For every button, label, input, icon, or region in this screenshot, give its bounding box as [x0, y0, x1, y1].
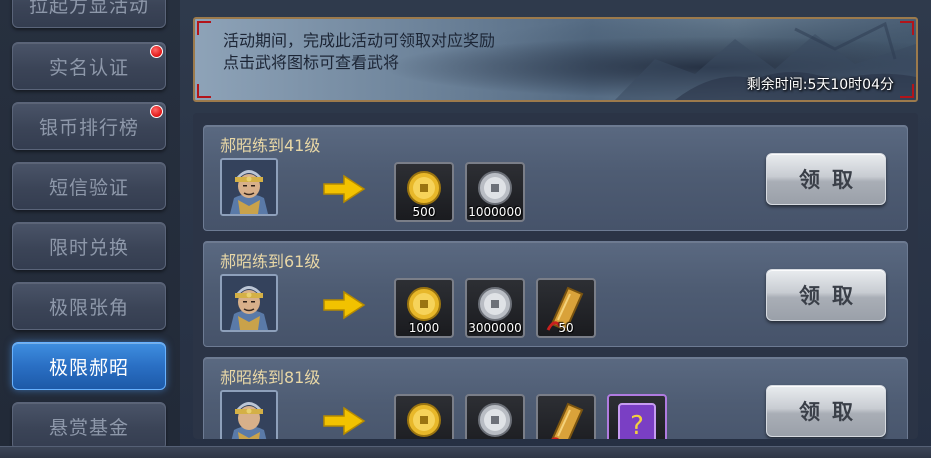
- remaining-time: 剩余时间:5天10时04分: [746, 77, 894, 93]
- claim-button[interactable]: 领取: [766, 153, 886, 205]
- reward-quantity: 500: [412, 205, 436, 219]
- svg-text:?: ?: [630, 411, 644, 439]
- task-title: 郝昭练到61级: [220, 252, 321, 271]
- reward-token[interactable]: [536, 394, 596, 439]
- task-list[interactable]: 郝昭练到41级 500 1000000 领取 郝昭练到61级 1000 3000…: [193, 113, 918, 439]
- sidebar-item-haozhao[interactable]: 极限郝昭: [12, 342, 166, 390]
- reward-silver[interactable]: [465, 394, 525, 439]
- reward-gold[interactable]: [394, 394, 454, 439]
- general-avatar[interactable]: [220, 158, 278, 216]
- task-title: 郝昭练到41级: [220, 136, 321, 155]
- sidebar-item-label: 短信验证: [48, 176, 129, 199]
- sidebar-item-0[interactable]: 拉起方显活动: [12, 0, 166, 28]
- bottom-frame: [0, 446, 931, 458]
- sidebar-item-zhangjiao[interactable]: 极限张角: [12, 282, 166, 330]
- sidebar-item-silver-ranking[interactable]: 银币排行榜: [12, 102, 166, 150]
- sidebar-item-fund[interactable]: 悬赏基金: [12, 402, 166, 446]
- mystery-pack-icon: ?: [618, 403, 656, 439]
- task-row: 郝昭练到81级 ? 领取: [203, 357, 908, 439]
- sidebar-item-label: 悬赏基金: [48, 416, 129, 439]
- reward-silver[interactable]: 1000000: [465, 162, 525, 222]
- sidebar-item-label: 银币排行榜: [38, 116, 139, 139]
- sidebar-item-label: 实名认证: [48, 56, 129, 79]
- task-title: 郝昭练到81级: [220, 368, 321, 387]
- general-avatar[interactable]: [220, 274, 278, 332]
- sidebar-item-label: 拉起方显活动: [28, 0, 149, 17]
- arrow-right-icon: [322, 290, 366, 324]
- general-avatar[interactable]: [220, 390, 278, 439]
- claim-button[interactable]: 领取: [766, 385, 886, 437]
- reward-gold[interactable]: 500: [394, 162, 454, 222]
- banner-corner: [900, 21, 914, 35]
- reward-quantity: 1000: [408, 321, 440, 335]
- notification-badge: [150, 105, 163, 118]
- reward-gold[interactable]: 1000: [394, 278, 454, 338]
- notification-badge: [150, 45, 163, 58]
- reward-silver[interactable]: 3000000: [465, 278, 525, 338]
- arrow-right-icon: [322, 406, 366, 439]
- banner-corner: [197, 21, 211, 35]
- reward-quantity: 3000000: [468, 321, 522, 335]
- sidebar-item-label: 极限张角: [48, 296, 129, 319]
- event-banner: 活动期间，完成此活动可领取对应奖励 点击武将图标可查看武将 剩余时间:5天10时…: [193, 17, 918, 102]
- reward-mystery-pack[interactable]: ?: [607, 394, 667, 439]
- token-icon: [551, 402, 584, 439]
- sidebar-item-label: 限时兑换: [48, 236, 129, 259]
- arrow-right-icon: [322, 174, 366, 208]
- reward-token[interactable]: 50: [536, 278, 596, 338]
- task-row: 郝昭练到61级 1000 3000000 50 领取: [203, 241, 908, 347]
- reward-quantity: 50: [558, 321, 574, 335]
- banner-description: 活动期间，完成此活动可领取对应奖励: [223, 31, 496, 50]
- reward-quantity: 1000000: [468, 205, 522, 219]
- sidebar-item-sms[interactable]: 短信验证: [12, 162, 166, 210]
- banner-corner: [197, 84, 211, 98]
- gold-coin-icon: [407, 403, 441, 437]
- banner-corner: [900, 84, 914, 98]
- sidebar-item-label: 极限郝昭: [48, 356, 129, 379]
- sidebar-item-realname[interactable]: 实名认证: [12, 42, 166, 90]
- banner-hint: 点击武将图标可查看武将: [223, 53, 400, 72]
- task-row: 郝昭练到41级 500 1000000 领取: [203, 125, 908, 231]
- sidebar: 拉起方显活动 实名认证 银币排行榜 短信验证 限时兑换 极限张角 极限郝昭 悬赏…: [0, 0, 180, 446]
- sidebar-item-exchange[interactable]: 限时兑换: [12, 222, 166, 270]
- claim-button[interactable]: 领取: [766, 269, 886, 321]
- silver-coin-icon: [478, 403, 512, 437]
